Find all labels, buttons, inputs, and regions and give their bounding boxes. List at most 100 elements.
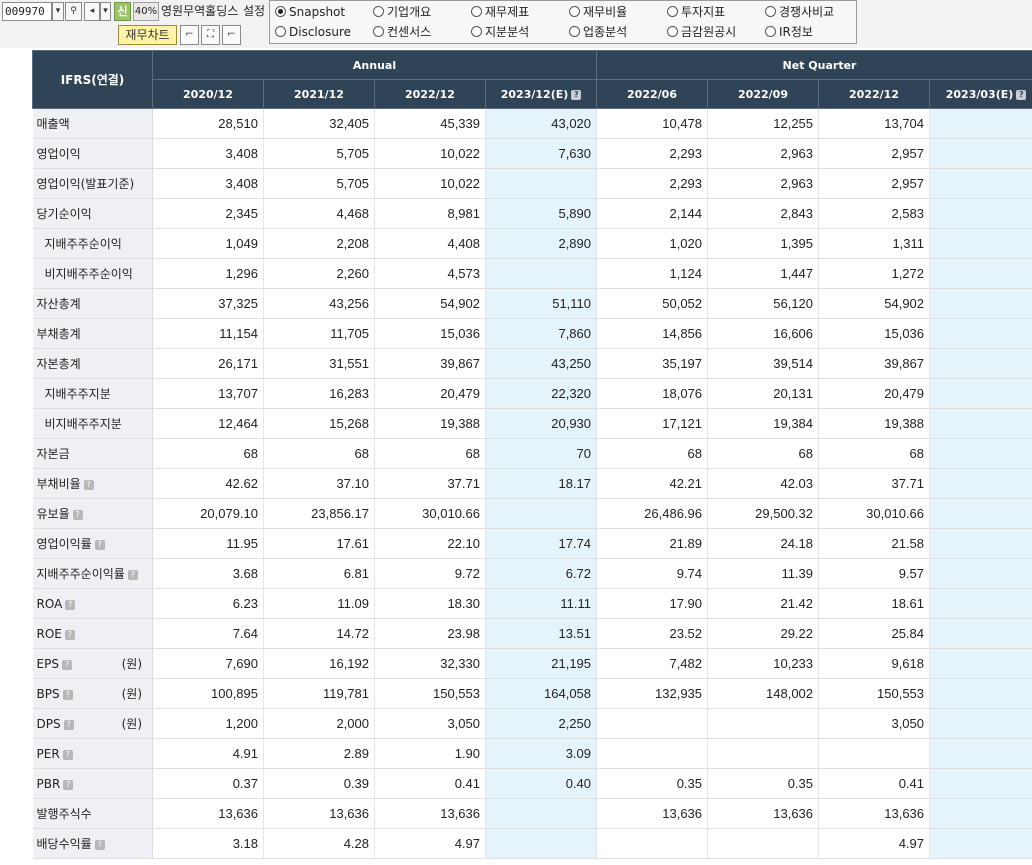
- expand-icon[interactable]: ⛶: [201, 25, 220, 45]
- table-cell: 10,022: [374, 168, 486, 199]
- table-cell: 13,704: [818, 108, 931, 139]
- row-label-cell: 영업이익(발표기준): [32, 168, 153, 199]
- help-icon[interactable]: ?: [62, 689, 73, 700]
- radio-button-icon[interactable]: [667, 26, 678, 37]
- help-icon[interactable]: ?: [72, 510, 83, 520]
- radio-option-label: 업종분석: [583, 25, 628, 39]
- table-cell: 13,636: [374, 798, 486, 829]
- table-cell: [929, 408, 1032, 439]
- radio-option[interactable]: 경쟁사비교: [765, 2, 834, 22]
- help-icon[interactable]: ?: [127, 570, 138, 580]
- radio-option[interactable]: 재무제표: [471, 2, 529, 22]
- row-label-cell: 부채총계: [32, 318, 153, 349]
- help-icon[interactable]: ?: [64, 629, 75, 640]
- radio-option[interactable]: Disclosure: [275, 22, 351, 42]
- table-cell: [929, 498, 1032, 529]
- radio-button-icon[interactable]: [471, 6, 482, 17]
- help-icon[interactable]: ?: [65, 599, 76, 610]
- table-row: 지배주주순이익 1,049 2,208 4,408 2,890 1,020 1,395 1,3…: [32, 228, 1032, 259]
- radio-option[interactable]: 재무비율: [569, 2, 627, 22]
- table-cell: [929, 828, 1032, 859]
- radio-option[interactable]: Snapshot: [275, 2, 345, 22]
- zoom-level[interactable]: 40%: [133, 2, 159, 21]
- column-header: 2023/12(E)?: [484, 79, 598, 109]
- table-cell: 42.03: [707, 468, 820, 499]
- help-icon[interactable]: ?: [571, 89, 582, 100]
- radio-button-icon[interactable]: [765, 26, 776, 37]
- table-cell: 39,867: [374, 348, 486, 379]
- radio-option[interactable]: 기업개요: [373, 2, 431, 22]
- table-cell: 0.37: [152, 768, 264, 799]
- row-label: 자본총계: [36, 357, 81, 371]
- settings-label[interactable]: 설정: [243, 2, 265, 21]
- radio-option[interactable]: 투자지표: [667, 2, 725, 22]
- row-label-cell: DPS? (원): [32, 708, 153, 739]
- radio-button-icon[interactable]: [275, 6, 286, 17]
- radio-option[interactable]: 컨센서스: [373, 22, 431, 42]
- chart-option-icon[interactable]: ⌐: [222, 25, 241, 45]
- table-cell: 2,963: [707, 138, 820, 169]
- row-label: ROA: [36, 596, 63, 611]
- speaker-dropdown-icon[interactable]: ▾: [100, 2, 111, 21]
- radio-option[interactable]: 금감원공시: [667, 22, 736, 42]
- radio-button-icon[interactable]: [765, 6, 776, 17]
- help-icon[interactable]: ?: [94, 540, 105, 550]
- radio-option[interactable]: IR정보: [765, 22, 813, 42]
- row-unit: (원): [121, 717, 142, 731]
- help-icon[interactable]: ?: [83, 480, 94, 490]
- table-cell: 4,468: [263, 198, 375, 229]
- row-label-cell: EPS? (원): [32, 648, 153, 679]
- row-label-cell: PBR?: [32, 768, 153, 799]
- radio-button-icon[interactable]: [373, 26, 384, 37]
- table-cell: 21,195: [485, 648, 598, 679]
- radio-button-icon[interactable]: [569, 6, 580, 17]
- financial-chart-button[interactable]: 재무차트: [118, 25, 177, 45]
- table-cell: 1.90: [374, 738, 486, 769]
- table-cell: 68: [818, 438, 931, 469]
- radio-button-icon[interactable]: [569, 26, 580, 37]
- help-icon[interactable]: ?: [63, 779, 74, 790]
- table-cell: 1,447: [707, 258, 820, 289]
- radio-option[interactable]: 업종분석: [569, 22, 627, 42]
- radio-button-icon[interactable]: [471, 26, 482, 37]
- radio-option-label: 재무비율: [583, 5, 628, 19]
- table-cell: 42.21: [596, 468, 709, 499]
- radio-button-icon[interactable]: [667, 6, 678, 17]
- table-cell: 11.11: [485, 588, 598, 619]
- radio-button-icon[interactable]: [373, 6, 384, 17]
- table-cell: [707, 708, 820, 739]
- table-cell: [707, 738, 820, 769]
- table-cell: [929, 228, 1032, 259]
- radio-option[interactable]: 지분분석: [471, 22, 529, 42]
- table-cell: [929, 618, 1032, 649]
- radio-button-icon[interactable]: [275, 26, 286, 37]
- row-label-cell: 비지배주주지분: [32, 408, 153, 439]
- table-cell: [929, 468, 1032, 499]
- search-icon[interactable]: ⚲: [65, 2, 82, 21]
- help-icon[interactable]: ?: [63, 719, 74, 730]
- row-label-cell: 자본총계: [32, 348, 153, 379]
- row-label: 영업이익: [36, 147, 81, 161]
- help-icon[interactable]: ?: [1016, 89, 1027, 100]
- help-icon[interactable]: ?: [62, 749, 73, 760]
- table-cell: 20,131: [707, 378, 820, 409]
- help-icon[interactable]: ?: [61, 659, 72, 670]
- speaker-icon[interactable]: ◂: [84, 2, 100, 21]
- help-icon[interactable]: ?: [94, 840, 105, 850]
- table-cell: 5,705: [263, 138, 375, 169]
- dropdown-arrow-icon[interactable]: ▾: [52, 2, 64, 21]
- stock-code-input[interactable]: 009970: [2, 2, 52, 21]
- row-label: 배당수익률: [36, 837, 92, 851]
- new-badge[interactable]: 신: [114, 2, 131, 21]
- table-cell: [485, 168, 598, 199]
- table-cell: 10,022: [374, 138, 486, 169]
- table-row: 부채비율? 42.62 37.10 37.71 18.17 42.21 42.03 37.71: [32, 468, 1032, 499]
- row-label-cell: ROA?: [32, 588, 153, 619]
- table-cell: [596, 828, 709, 859]
- row-label-cell: 발행주식수: [32, 798, 153, 829]
- table-cell: 20,079.10: [152, 498, 264, 529]
- table-cell: [596, 708, 709, 739]
- chart-type-icon[interactable]: ⌐: [180, 25, 199, 45]
- radio-option-label: 투자지표: [681, 5, 726, 19]
- row-label-cell: 자산총계: [32, 288, 153, 319]
